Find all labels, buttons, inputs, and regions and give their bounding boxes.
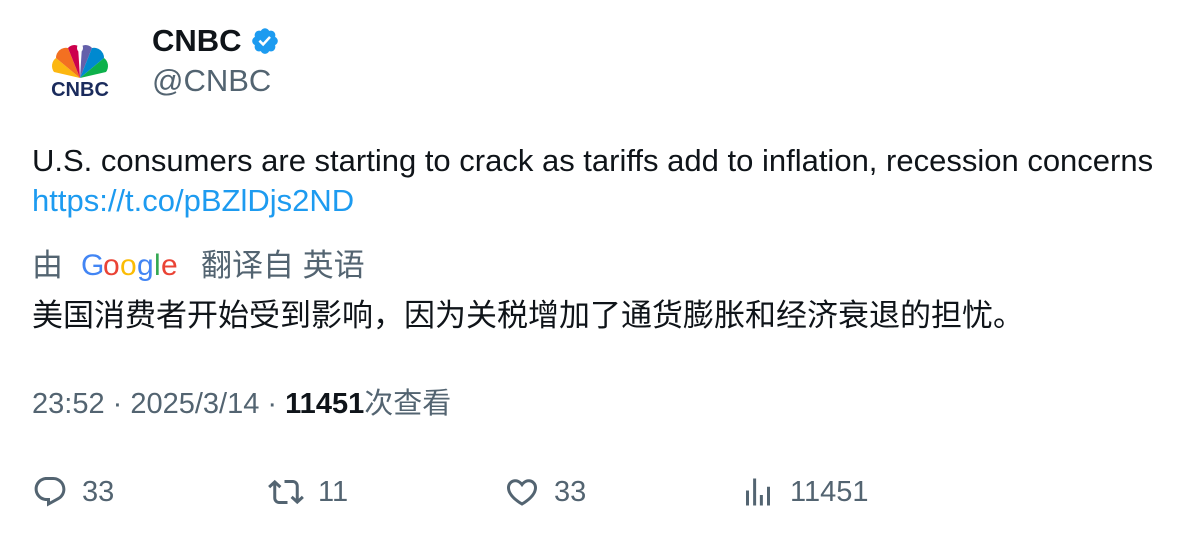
retweet-count: 11 <box>318 476 349 508</box>
cnbc-peacock-logo-icon: CNBC <box>51 44 109 101</box>
analytics-icon <box>746 478 770 506</box>
tweet-link[interactable]: https://t.co/pBZlDjs2ND <box>32 183 354 218</box>
reply-count: 33 <box>82 476 115 508</box>
translation-suffix: 翻译自 英语 <box>201 248 365 283</box>
meta-separator: · <box>259 388 286 420</box>
google-letter: g <box>137 249 154 282</box>
tweet-text: U.S. consumers are starting to crack as … <box>32 141 1162 221</box>
retweet-icon <box>268 479 304 505</box>
views-suffix: 次查看 <box>364 388 452 420</box>
google-logo-icon[interactable]: G o o g l e <box>81 249 179 283</box>
retweet-button[interactable]: 11 <box>268 470 348 514</box>
heart-icon <box>506 479 538 506</box>
tweet-time[interactable]: 23:52 <box>32 388 105 420</box>
avatar[interactable]: CNBC <box>28 26 132 112</box>
verified-badge-icon[interactable] <box>250 26 280 56</box>
display-name[interactable]: CNBC <box>152 22 242 60</box>
tweet-meta: 23:52 · 2025/3/14 · 11451次查看 <box>32 384 451 424</box>
translation-prefix: 由 <box>32 248 63 283</box>
views-button[interactable]: 11451 <box>740 470 869 514</box>
google-letter: e <box>161 249 178 282</box>
tweet-date[interactable]: 2025/3/14 <box>130 388 259 420</box>
views-action-count: 11451 <box>790 476 869 508</box>
like-count: 33 <box>554 476 587 508</box>
translation-attribution: 由 G o o g l e 翻译自 英语 <box>32 246 365 286</box>
avatar-text: CNBC <box>51 79 109 101</box>
tweet-body: U.S. consumers are starting to crack as … <box>32 143 1154 178</box>
views-count: 11451 <box>285 388 365 420</box>
google-letter: o <box>120 249 137 282</box>
like-button[interactable]: 33 <box>504 470 586 514</box>
google-letter: G <box>81 249 104 282</box>
meta-separator: · <box>104 388 131 420</box>
author-name-row: CNBC <box>152 22 280 60</box>
action-bar: 33 11 33 11451 <box>0 470 1196 514</box>
translated-text: 美国消费者开始受到影响，因为关税增加了通货膨胀和经济衰退的担忧。 <box>32 298 1024 333</box>
reply-icon <box>34 477 66 507</box>
google-letter: l <box>154 249 161 282</box>
author-handle[interactable]: @CNBC <box>152 62 271 100</box>
reply-button[interactable]: 33 <box>32 470 114 514</box>
google-letter: o <box>103 249 120 282</box>
